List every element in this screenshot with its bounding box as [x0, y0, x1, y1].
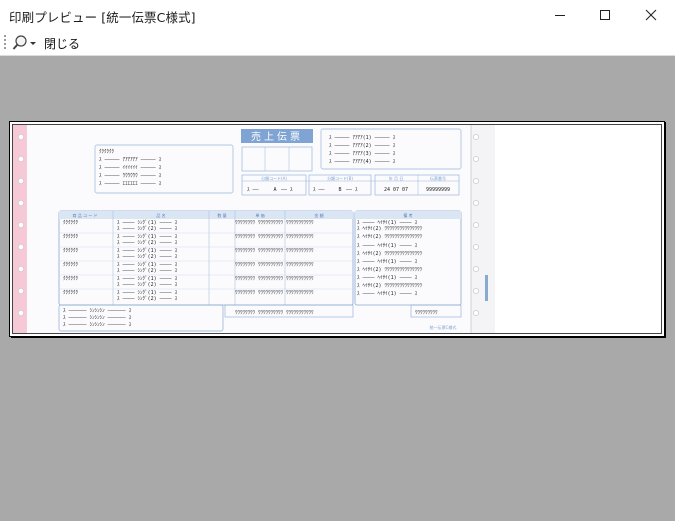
date-value: 24 07 07 [384, 187, 408, 193]
svg-text:ｽ ―――― ｼﾝｸﾞ(1) ―――― ｽ: ｽ ―――― ｼﾝｸﾞ(1) ―――― ｽ [117, 247, 178, 254]
svg-text:ｽ ――――― ｱｱｱｱ(2) ――――― ｽ: ｽ ――――― ｱｱｱｱ(2) ――――― ｽ [329, 143, 396, 149]
svg-text:ｽ ――――― ｱｱｱｱ(1) ――――― ｽ: ｽ ――――― ｱｱｱｱ(1) ――――― ｽ [329, 135, 396, 141]
slip-form-image: 売上伝票 ｸｸｸｸｸｸ ｽ ――――― ｱｱｱｱｱｱ ――――― ｽ ｽ ―――… [12, 124, 662, 334]
svg-text:ﾜﾜﾜﾜﾜﾜﾜﾜ ﾜﾜﾜﾜﾜﾜﾜﾜﾜﾜ ﾜﾜﾜﾜﾜﾜﾜﾜﾜﾜ: ﾜﾜﾜﾜﾜﾜﾜﾜ ﾜﾜﾜﾜﾜﾜﾜﾜﾜﾜ ﾜﾜﾜﾜﾜﾜﾜﾜﾜﾜﾜ [235, 276, 314, 282]
toolbar: 閉じる [0, 30, 675, 56]
svg-text:ﾜﾜﾜﾜﾜﾜﾜﾜ ﾜﾜﾜﾜﾜﾜﾜﾜﾜﾜ ﾜﾜﾜﾜﾜﾜﾜﾜﾜﾜ: ﾜﾜﾜﾜﾜﾜﾜﾜ ﾜﾜﾜﾜﾜﾜﾜﾜﾜﾜ ﾜﾜﾜﾜﾜﾜﾜﾜﾜﾜﾜ [235, 262, 314, 268]
svg-text:ｽ ―――― ﾍｲｻｲ(1) ―――― ｽ: ｽ ―――― ﾍｲｻｲ(1) ―――― ｽ [357, 259, 418, 265]
svg-text:ﾜﾜﾜﾜﾜﾜﾜﾜ ﾜﾜﾜﾜﾜﾜﾜﾜﾜﾜ ﾜﾜﾜﾜﾜﾜﾜﾜﾜﾜ: ﾜﾜﾜﾜﾜﾜﾜﾜ ﾜﾜﾜﾜﾜﾜﾜﾜﾜﾜ ﾜﾜﾜﾜﾜﾜﾜﾜﾜﾜﾜ [235, 234, 314, 240]
svg-text:ｽ ―――― ｼﾝｸﾞ(2) ―――― ｽ: ｽ ―――― ｼﾝｸﾞ(2) ―――― ｽ [117, 239, 178, 246]
svg-text:ﾜﾜﾜﾜﾜﾜﾜﾜ ﾜﾜﾜﾜﾜﾜﾜﾜﾜﾜ ﾜﾜﾜﾜﾜﾜﾜﾜﾜﾜ: ﾜﾜﾜﾜﾜﾜﾜﾜ ﾜﾜﾜﾜﾜﾜﾜﾜﾜﾜ ﾜﾜﾜﾜﾜﾜﾜﾜﾜﾜﾜ [235, 290, 314, 296]
svg-text:ｸｸｸｸｸｸ: ｸｸｸｸｸｸ [63, 220, 79, 226]
svg-text:ｽ ﾍｲｻｲ(2) ﾜﾜﾜﾜﾜﾜﾜﾜﾜﾜﾜﾜﾜﾜﾜ: ｽ ﾍｲｻｲ(2) ﾜﾜﾜﾜﾜﾜﾜﾜﾜﾜﾜﾜﾜﾜﾜ [357, 226, 423, 232]
svg-text:ｽ ―――― ﾍｲｻｲ(1) ―――― ｽ: ｽ ―――― ﾍｲｻｲ(1) ―――― ｽ [357, 275, 418, 281]
svg-text:ｽ ―――――― ｼﾝｼﾝｼﾝ ―――――― ｽ: ｽ ―――――― ｼﾝｼﾝｼﾝ ―――――― ｽ [63, 322, 132, 328]
svg-text:ｸｸｸｸｸｸ: ｸｸｸｸｸｸ [63, 248, 79, 254]
svg-text:ｽ ﾍｲｻｲ(2) ﾜﾜﾜﾜﾜﾜﾜﾜﾜﾜﾜﾜﾜﾜﾜ: ｽ ﾍｲｻｲ(2) ﾜﾜﾜﾜﾜﾜﾜﾜﾜﾜﾜﾜﾜﾜﾜ [357, 267, 423, 273]
col-remarks-header: 備 考 [403, 212, 412, 218]
title-bar: 印刷プレビュー [統一伝票C様式] [0, 0, 675, 30]
toolbar-grip[interactable] [4, 35, 6, 51]
form-footer-text: 統一伝票C様式 [430, 324, 457, 330]
svg-text:ｽ ――――― ｳｳｳｳｳｳ ――――― ｽ: ｽ ――――― ｳｳｳｳｳｳ ――――― ｽ [99, 173, 162, 179]
svg-text:ｽ ―――― ｼﾝｸﾞ(2) ―――― ｽ: ｽ ―――― ｼﾝｸﾞ(2) ―――― ｽ [117, 281, 178, 288]
svg-text:ｸｸｸｸｸｸ: ｸｸｸｸｸｸ [99, 149, 115, 155]
svg-text:ｽ ――: ｽ ―― [247, 187, 260, 193]
svg-text:ｽ ――: ｽ ―― [313, 187, 326, 193]
slip-no-value: 99999999 [426, 187, 450, 193]
svg-text:ｽ ――――― ｴｴｴｴｴｴ ――――― ｽ: ｽ ――――― ｴｴｴｴｴｴ ――――― ｽ [99, 181, 162, 187]
magnifier-icon [12, 35, 36, 50]
svg-text:ｸｸｸｸｸｸ: ｸｸｸｸｸｸ [63, 262, 79, 268]
svg-text:ｽ ―――― ｼﾝｸﾞ(2) ―――― ｽ: ｽ ―――― ｼﾝｸﾞ(2) ―――― ｽ [117, 295, 178, 302]
col-qty-header: 数 量 [217, 212, 226, 218]
form-title: 売上伝票 [251, 130, 303, 143]
svg-text:ｽ ―――― ｼﾝｸﾞ(1) ―――― ｽ: ｽ ―――― ｼﾝｸﾞ(1) ―――― ｽ [117, 233, 178, 240]
svg-text:―― ｽ: ―― ｽ [281, 187, 293, 193]
preview-page: 売上伝票 ｸｸｸｸｸｸ ｽ ――――― ｱｱｱｱｱｱ ――――― ｽ ｽ ―――… [9, 121, 665, 337]
svg-text:ｽ ―――― ｼﾝｸﾞ(2) ―――― ｽ: ｽ ―――― ｼﾝｸﾞ(2) ―――― ｽ [117, 253, 178, 260]
svg-text:―― ｽ: ―― ｽ [346, 187, 358, 193]
svg-text:ｽ ―――― ｼﾝｸﾞ(1) ―――― ｽ: ｽ ―――― ｼﾝｸﾞ(1) ―――― ｽ [117, 261, 178, 268]
minimize-icon [555, 15, 565, 16]
close-icon [645, 9, 657, 21]
svg-text:ﾜﾜﾜﾜﾜﾜﾜﾜ ﾜﾜﾜﾜﾜﾜﾜﾜﾜﾜ ﾜﾜﾜﾜﾜﾜﾜﾜﾜﾜ: ﾜﾜﾜﾜﾜﾜﾜﾜ ﾜﾜﾜﾜﾜﾜﾜﾜﾜﾜ ﾜﾜﾜﾜﾜﾜﾜﾜﾜﾜﾜ [235, 248, 314, 254]
svg-text:ｽ ﾍｲｻｲ(2) ﾜﾜﾜﾜﾜﾜﾜﾜﾜﾜﾜﾜﾜﾜﾜ: ｽ ﾍｲｻｲ(2) ﾜﾜﾜﾜﾜﾜﾜﾜﾜﾜﾜﾜﾜﾜﾜ [357, 234, 423, 240]
svg-text:ｽ ――――― ｱｱｱｱ(3) ――――― ｽ: ｽ ――――― ｱｱｱｱ(3) ――――― ｽ [329, 151, 396, 157]
col-code-header: 商 品 コ ー ド [72, 212, 97, 218]
svg-text:ｽ ―――――― ｼﾝｼﾝｼﾝ ―――――― ｽ: ｽ ―――――― ｼﾝｼﾝｼﾝ ―――――― ｽ [63, 308, 132, 314]
maximize-icon [600, 10, 610, 20]
close-preview-button[interactable]: 閉じる [42, 35, 82, 52]
slip-no-label: 伝票番号 [430, 175, 446, 181]
svg-text:ｽ ﾍｲｻｲ(2) ﾜﾜﾜﾜﾜﾜﾜﾜﾜﾜﾜﾜﾜﾜﾜ: ｽ ﾍｲｻｲ(2) ﾜﾜﾜﾜﾜﾜﾜﾜﾜﾜﾜﾜﾜﾜﾜ [357, 283, 423, 289]
svg-text:ｽ ―――― ｼﾝｸﾞ(1) ―――― ｽ: ｽ ―――― ｼﾝｸﾞ(1) ―――― ｽ [117, 289, 178, 296]
svg-text:ｽ ―――― ｼﾝｸﾞ(2) ―――― ｽ: ｽ ―――― ｼﾝｸﾞ(2) ―――― ｽ [117, 225, 178, 232]
svg-text:ｽ ﾍｲｻｲ(2) ﾜﾜﾜﾜﾜﾜﾜﾜﾜﾜﾜﾜﾜﾜﾜ: ｽ ﾍｲｻｲ(2) ﾜﾜﾜﾜﾜﾜﾜﾜﾜﾜﾜﾜﾜﾜﾜ [357, 251, 423, 257]
svg-text:ｽ ――――― ｱｱｱｱｱｱ ――――― ｽ: ｽ ――――― ｱｱｱｱｱｱ ――――― ｽ [99, 157, 162, 163]
svg-text:ｽ ―――― ﾍｲｻｲ(1) ―――― ｽ: ｽ ―――― ﾍｲｻｲ(1) ―――― ｽ [357, 291, 418, 297]
svg-text:ｽ ―――― ｼﾝｸﾞ(1) ―――― ｽ: ｽ ―――― ｼﾝｸﾞ(1) ―――― ｽ [117, 219, 178, 226]
code-b-value: B [338, 187, 341, 193]
col-name-header: 品 名 [156, 212, 165, 218]
svg-text:ｸｸｸｸｸｸ: ｸｸｸｸｸｸ [63, 290, 79, 296]
close-window-button[interactable] [628, 0, 674, 30]
maximize-button[interactable] [582, 0, 628, 30]
date-label: 年 月 日 [389, 175, 404, 181]
svg-text:ｽ ―――― ｼﾝｸﾞ(2) ―――― ｽ: ｽ ―――― ｼﾝｸﾞ(2) ―――― ｽ [117, 267, 178, 274]
svg-text:ｸｸｸｸｸｸ: ｸｸｸｸｸｸ [63, 234, 79, 240]
svg-text:ｽ ――――― ｱｱｱｱ(4) ――――― ｽ: ｽ ――――― ｱｱｱｱ(4) ――――― ｽ [329, 159, 396, 165]
window-title: 印刷プレビュー [統一伝票C様式] [9, 10, 196, 25]
svg-text:ｽ ―――――― ｼﾝｼﾝｼﾝ ―――――― ｽ: ｽ ―――――― ｼﾝｼﾝｼﾝ ―――――― ｽ [63, 315, 132, 321]
svg-text:ｽ ―――― ﾍｲｻｲ(1) ―――― ｽ: ｽ ―――― ﾍｲｻｲ(1) ―――― ｽ [357, 243, 418, 249]
minimize-button[interactable] [537, 0, 583, 30]
svg-text:ﾜﾜﾜﾜﾜﾜﾜﾜ ﾜﾜﾜﾜﾜﾜﾜﾜﾜﾜ ﾜﾜﾜﾜﾜﾜﾜﾜﾜﾜ: ﾜﾜﾜﾜﾜﾜﾜﾜ ﾜﾜﾜﾜﾜﾜﾜﾜﾜﾜ ﾜﾜﾜﾜﾜﾜﾜﾜﾜﾜﾜ [235, 310, 314, 316]
svg-text:ﾜﾜﾜﾜﾜﾜﾜﾜﾜ: ﾜﾜﾜﾜﾜﾜﾜﾜﾜ [415, 310, 438, 316]
code-a-label: 分類コード(A) [261, 175, 287, 181]
chevron-down-icon [30, 42, 36, 45]
svg-text:ｸｸｸｸｸｸ: ｸｸｸｸｸｸ [63, 276, 79, 282]
code-a-value: A [273, 187, 276, 193]
svg-text:ﾜﾜﾜﾜﾜﾜﾜﾜ ﾜﾜﾜﾜﾜﾜﾜﾜﾜﾜ ﾜﾜﾜﾜﾜﾜﾜﾜﾜﾜ: ﾜﾜﾜﾜﾜﾜﾜﾜ ﾜﾜﾜﾜﾜﾜﾜﾜﾜﾜ ﾜﾜﾜﾜﾜﾜﾜﾜﾜﾜﾜ [235, 220, 314, 226]
col-price-header: 単 価 [255, 212, 264, 218]
zoom-dropdown-button[interactable] [11, 33, 39, 53]
slip-form-drawing: 売上伝票 ｸｸｸｸｸｸ ｽ ――――― ｱｱｱｱｱｱ ――――― ｽ ｽ ―――… [13, 125, 495, 333]
svg-text:ｽ ――――― ｲｲｲｲｲｲ ――――― ｽ: ｽ ――――― ｲｲｲｲｲｲ ――――― ｽ [99, 165, 162, 171]
col-amount-header: 金 額 [314, 212, 323, 218]
code-b-label: 分類コード(B) [327, 175, 353, 181]
svg-text:ｽ ―――― ｼﾝｸﾞ(1) ―――― ｽ: ｽ ―――― ｼﾝｸﾞ(1) ―――― ｽ [117, 275, 178, 282]
